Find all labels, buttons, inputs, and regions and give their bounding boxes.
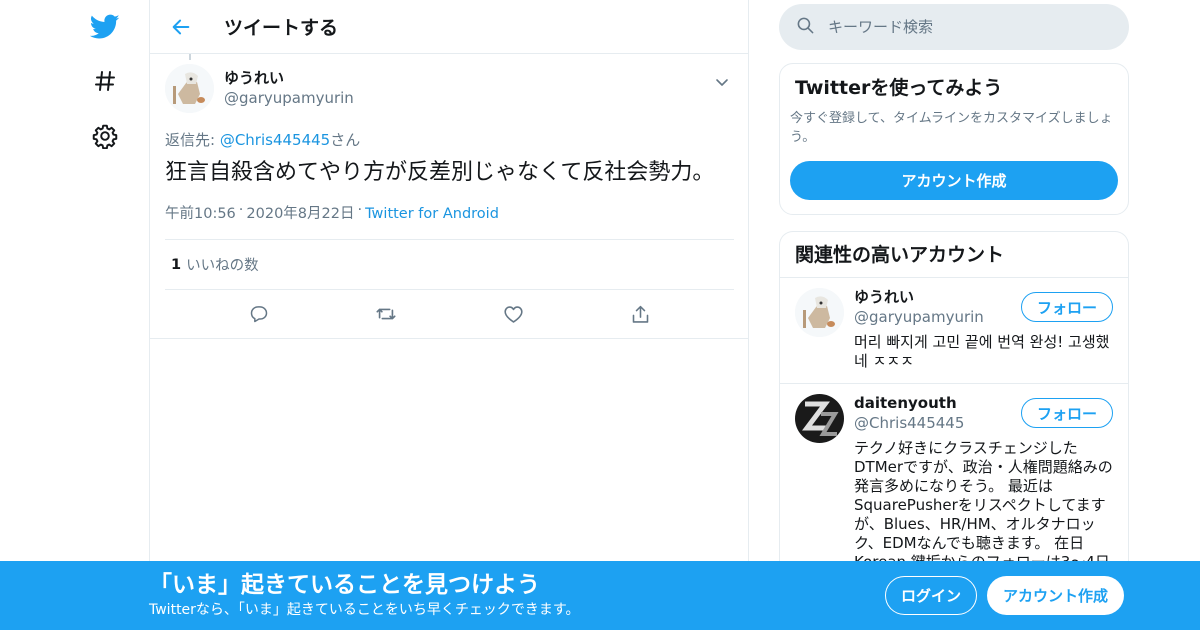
avatar[interactable]: [795, 288, 844, 337]
back-arrow-icon[interactable]: [162, 8, 200, 46]
tweet-actions: [165, 290, 734, 338]
reply-prefix: 返信先:: [165, 131, 220, 149]
tweet-source-link[interactable]: Twitter for Android: [365, 206, 499, 222]
tweet-time[interactable]: 午前10:56: [165, 206, 236, 222]
signup-card: Twitterを使ってみよう 今すぐ登録して、タイムラインをカスタマイズしましょ…: [779, 63, 1129, 215]
signup-banner: 「いま」起きていることを見つけよう Twitterなら、「いま」起きていることを…: [0, 561, 1200, 630]
search-box[interactable]: [779, 4, 1129, 50]
reply-to: 返信先: @Chris445445さん: [165, 129, 734, 150]
banner-title: 「いま」起きていることを見つけよう: [149, 572, 540, 598]
account-item[interactable]: daitenyouth @Chris445445 テクノ好きにクラスチェンジした…: [780, 384, 1128, 571]
related-accounts-card: 関連性の高いアカウント ゆうれい @garyupamyurin 머리 빠지게 고…: [779, 231, 1129, 571]
avatar[interactable]: [165, 64, 214, 113]
follow-button[interactable]: フォロー: [1021, 292, 1113, 322]
signup-card-button[interactable]: アカウント作成: [790, 161, 1118, 200]
signup-card-title: Twitterを使ってみよう: [795, 77, 1003, 99]
separator-dot: ·: [357, 202, 363, 218]
left-nav: [0, 0, 150, 630]
tweet-handle[interactable]: @garyupamyurin: [224, 88, 354, 108]
banner-subtitle: Twitterなら、「いま」起きていることをいち早くチェックできます。: [149, 602, 580, 618]
account-bio: 머리 빠지게 고민 끝에 번역 완성! 고생했네 ㅈㅈㅈ: [854, 333, 1110, 370]
tweet-meta: 午前10:56 · 2020年8月22日 · Twitter for Android: [165, 202, 734, 240]
related-accounts-title: 関連性の高いアカウント: [780, 232, 1128, 278]
like-heart-icon[interactable]: [496, 297, 530, 331]
login-button[interactable]: ログイン: [885, 576, 977, 615]
hashtag-icon[interactable]: [86, 62, 124, 100]
tweet-stats[interactable]: 1 いいねの数: [165, 240, 734, 290]
page-title: ツイートする: [224, 17, 339, 39]
tweet: ゆうれい @garyupamyurin 返信先: @Chris445445さん …: [150, 54, 748, 338]
right-sidebar: Twitterを使ってみよう 今すぐ登録して、タイムラインをカスタマイズしましょ…: [779, 0, 1129, 571]
reply-mention-link[interactable]: @Chris445445: [220, 131, 330, 149]
main-column: ツイートする ゆうれい @garyupamyurin 返信先: @Chris44…: [149, 0, 749, 630]
tweet-date[interactable]: 2020年8月22日: [246, 206, 354, 222]
retweet-icon[interactable]: [369, 297, 403, 331]
chevron-down-icon[interactable]: [710, 70, 734, 94]
follow-button[interactable]: フォロー: [1021, 398, 1113, 428]
divider: [150, 338, 748, 339]
separator-dot: ·: [238, 202, 244, 218]
like-count-label: いいねの数: [186, 258, 259, 274]
tweet-author-row: ゆうれい @garyupamyurin: [165, 54, 734, 113]
share-icon[interactable]: [623, 297, 657, 331]
search-icon: [796, 16, 815, 39]
signup-button[interactable]: アカウント作成: [987, 576, 1124, 615]
tweet-user-info: ゆうれい @garyupamyurin: [224, 68, 354, 108]
reply-suffix: さん: [330, 131, 361, 149]
account-item[interactable]: ゆうれい @garyupamyurin 머리 빠지게 고민 끝에 번역 완성! …: [780, 278, 1128, 384]
search-input[interactable]: [828, 18, 1108, 36]
avatar[interactable]: [795, 394, 844, 443]
page-header: ツイートする: [150, 0, 748, 54]
account-bio: テクノ好きにクラスチェンジしたDTMerですが、政治・人権問題絡みの発言多めにな…: [854, 439, 1113, 571]
signup-card-text: 今すぐ登録して、タイムラインをカスタマイズしましょう。: [790, 111, 1113, 145]
twitter-bird-icon[interactable]: [86, 8, 124, 46]
tweet-display-name[interactable]: ゆうれい: [224, 68, 354, 88]
reply-icon[interactable]: [242, 297, 276, 331]
settings-gear-icon[interactable]: [86, 117, 124, 155]
like-count: 1: [171, 256, 182, 273]
tweet-text: 狂言自殺含めてやり方が反差別じゃなくて反社会勢力。: [165, 160, 715, 185]
thread-line: [189, 54, 191, 60]
